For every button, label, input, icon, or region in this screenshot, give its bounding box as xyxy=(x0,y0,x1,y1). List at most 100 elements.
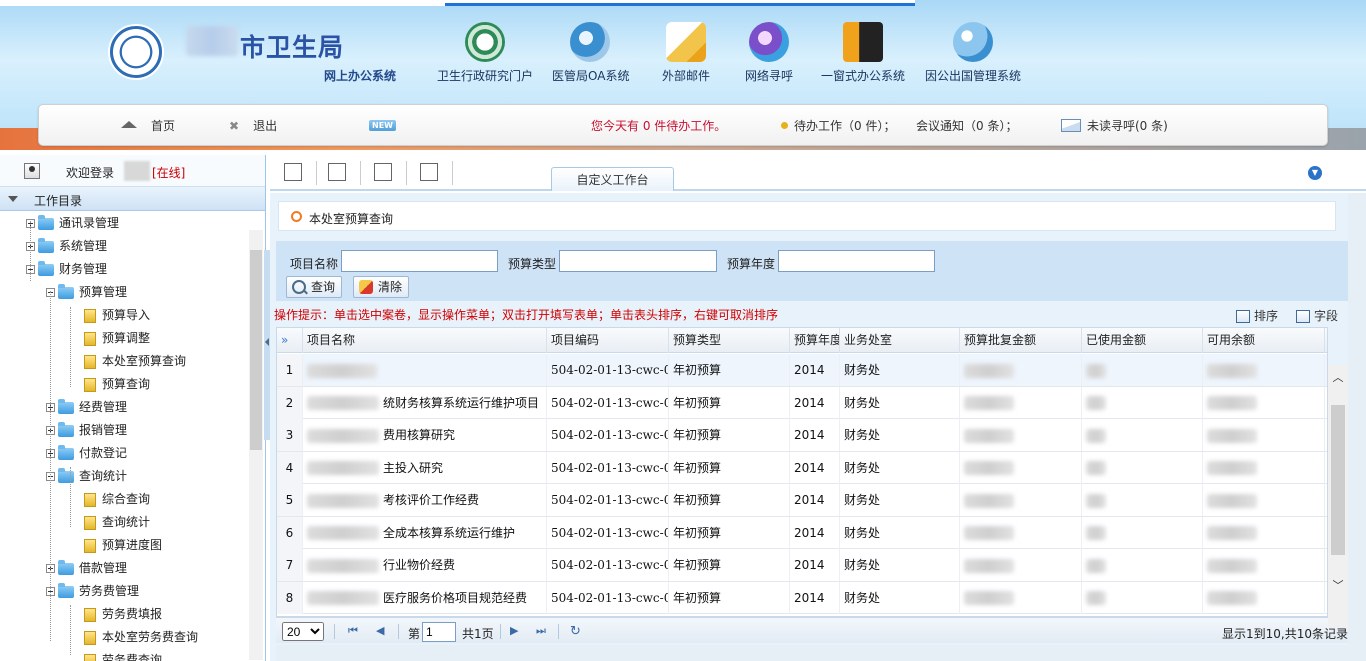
project-name-input[interactable] xyxy=(341,250,498,272)
tree-folder-item[interactable]: 经费管理 xyxy=(46,397,127,417)
new-badge: NEW xyxy=(369,120,396,131)
meeting-notice-link[interactable]: 会议通知（0 条）； xyxy=(916,117,1017,134)
nav-home-link[interactable]: 首页 xyxy=(121,117,175,134)
column-header[interactable]: 项目名称 xyxy=(303,328,547,353)
table-row[interactable]: 3 费用核算研究 504-02-01-13-cwc-03 年初预算 2014 财务处 xyxy=(277,419,1327,452)
budget-type-input[interactable] xyxy=(559,250,717,272)
project-code-cell: 504-02-01-13-cwc-06 xyxy=(547,516,669,549)
tree-folder-item[interactable]: 借款管理 xyxy=(46,558,127,578)
tree-leaf-item[interactable]: 预算导入 xyxy=(84,305,150,325)
scroll-up-icon[interactable]: ︿ xyxy=(1332,369,1344,385)
row-number: 6 xyxy=(277,516,303,549)
column-header[interactable]: 可用余额 xyxy=(1203,328,1325,353)
tree-scroll-thumb[interactable] xyxy=(250,250,262,450)
pending-work-link[interactable]: 待办工作（0 件）； xyxy=(781,117,895,134)
table-row[interactable]: 5 考核评价工作经费 504-02-01-13-cwc-05 年初预算 2014 财务处 xyxy=(277,484,1327,517)
new-document-icon[interactable] xyxy=(284,163,302,181)
tree-folder-item[interactable]: 系统管理 xyxy=(26,236,107,256)
last-page-icon[interactable]: ⏭ xyxy=(536,624,546,638)
export-icon[interactable] xyxy=(328,163,346,181)
tree-leaf-item[interactable]: 本处室劳务费查询 xyxy=(84,627,198,647)
online-status: [在线] xyxy=(152,166,186,180)
system-link-overseas-travel[interactable]: 因公出国管理系统 xyxy=(922,22,1024,84)
tree-leaf-item[interactable]: 劳务费填报 xyxy=(84,604,162,624)
redacted-text xyxy=(307,428,379,443)
logout-x-icon: ✖ xyxy=(229,119,240,133)
tree-leaf-item[interactable]: 预算进度图 xyxy=(84,535,162,555)
chevron-down-icon[interactable]: ▼ xyxy=(1308,166,1322,180)
system-link-one-window[interactable]: 一窗式办公系统 xyxy=(818,22,908,84)
record-summary: 显示1到10,共10条记录 xyxy=(1222,627,1348,641)
table-scroll-thumb[interactable] xyxy=(1331,405,1345,555)
tree-folder-item[interactable]: 报销管理 xyxy=(46,420,127,440)
redacted-amount-cell xyxy=(1082,354,1203,386)
edit-icon[interactable] xyxy=(420,163,438,181)
document-icon xyxy=(84,377,96,392)
column-header[interactable]: 预算类型 xyxy=(669,328,790,353)
refresh-icon[interactable]: ↻ xyxy=(570,624,581,639)
work-directory-header[interactable]: 工作目录 xyxy=(0,187,265,211)
page-total: 共1页 xyxy=(462,627,494,641)
table-row[interactable]: 7 行业物价经费 504-02-01-13-cwc-07 年初预算 2014 财务处 xyxy=(277,549,1327,582)
sort-button[interactable]: 排序 xyxy=(1236,307,1278,324)
fields-button[interactable]: 字段 xyxy=(1296,307,1338,324)
budget-year-input[interactable] xyxy=(778,250,935,272)
tree-leaf-item[interactable]: 劳务费查询 xyxy=(84,650,162,661)
page-number-input[interactable] xyxy=(422,622,456,642)
system-link-network-paging[interactable]: 网络寻呼 xyxy=(740,22,798,84)
first-page-icon[interactable]: ⏮ xyxy=(348,624,358,638)
tree-item-label: 借款管理 xyxy=(79,561,128,575)
table-row[interactable]: 2 统财务核算系统运行维护项目 504-02-01-13-cwc-02 年初预算 201… xyxy=(277,386,1327,419)
tab-custom-workbench[interactable]: 自定义工作台 xyxy=(551,167,674,191)
expand-columns-icon[interactable]: » xyxy=(277,328,303,353)
tree-scrollbar[interactable] xyxy=(249,230,263,660)
column-header[interactable]: 预算批复金额 xyxy=(960,328,1082,353)
row-number: 3 xyxy=(277,419,303,451)
tree-leaf-item[interactable]: 本处室预算查询 xyxy=(84,351,186,371)
redacted-amount-cell xyxy=(1203,354,1325,386)
tree-leaf-item[interactable]: 预算查询 xyxy=(84,374,150,394)
content-scrollbar[interactable] xyxy=(1348,193,1366,661)
next-page-icon[interactable]: ▶ xyxy=(510,624,518,637)
tree-folder-item[interactable]: 财务管理 xyxy=(26,259,107,279)
tree-folder-item[interactable]: 查询统计 xyxy=(46,466,127,486)
print-icon[interactable] xyxy=(374,163,392,181)
column-header[interactable]: 项目编码 xyxy=(547,328,669,353)
table-row[interactable]: 1 504-02-01-13-cwc-01 年初预算 2014 财务处 xyxy=(277,354,1327,387)
redacted-amount-cell xyxy=(1203,386,1325,419)
tree-folder-item[interactable]: 劳务费管理 xyxy=(46,581,139,601)
redacted-amount-cell xyxy=(1203,581,1325,614)
system-link-research-portal[interactable]: 卫生行政研究门户 xyxy=(436,22,534,84)
unread-paging-link[interactable]: 未读寻呼(0 条) xyxy=(1061,117,1168,134)
column-header[interactable]: 预算年度 xyxy=(790,328,840,353)
system-link-external-mail[interactable]: 外部邮件 xyxy=(656,22,716,84)
table-row[interactable]: 4 主投入研究 504-02-01-13-cwc-04 年初预算 2014 财务处 xyxy=(277,451,1327,484)
system-link-oa[interactable]: 医管局OA系统 xyxy=(552,22,629,84)
page-size-select[interactable]: 20 xyxy=(282,622,324,641)
tree-folder-item[interactable]: 付款登记 xyxy=(46,443,127,463)
collapse-triangle-icon xyxy=(8,196,18,202)
tree-leaf-item[interactable]: 预算调整 xyxy=(84,328,150,348)
tree-leaf-item[interactable]: 查询统计 xyxy=(84,512,150,532)
table-row[interactable]: 8 医疗服务价格项目规范经费 504-02-01-13-cwc-08 年初预算 2014… xyxy=(277,581,1327,614)
row-number: 5 xyxy=(277,484,303,516)
tree-leaf-item[interactable]: 综合查询 xyxy=(84,489,150,509)
department-cell: 财务处 xyxy=(840,354,960,386)
table-row[interactable]: 6 全成本核算系统运行维护 504-02-01-13-cwc-06 年初预算 2014 财… xyxy=(277,516,1327,549)
toolbar-separator xyxy=(360,161,361,185)
row-number: 2 xyxy=(277,386,303,419)
redacted-amount xyxy=(964,591,1014,605)
tree-folder-item[interactable]: 预算管理 xyxy=(46,282,127,302)
clear-button[interactable]: 清除 xyxy=(353,276,410,298)
panel-title-bar: 本处室预算查询 xyxy=(278,201,1336,231)
table-vertical-scrollbar[interactable]: ︿ ﹀ xyxy=(1328,365,1348,627)
scroll-down-icon[interactable]: ﹀ xyxy=(1332,577,1344,593)
query-button[interactable]: 查询 xyxy=(286,276,343,298)
nav-logout-link[interactable]: ✖ 退出 xyxy=(229,117,277,134)
column-header[interactable]: 业务处室 xyxy=(840,328,960,353)
prev-page-icon[interactable]: ◀ xyxy=(376,624,384,637)
tree-folder-item[interactable]: 通讯录管理 xyxy=(26,213,119,233)
column-header[interactable]: 已使用金额 xyxy=(1082,328,1203,353)
project-code-cell: 504-02-01-13-cwc-02 xyxy=(547,386,669,419)
horizontal-scrollbar[interactable] xyxy=(276,645,1348,661)
